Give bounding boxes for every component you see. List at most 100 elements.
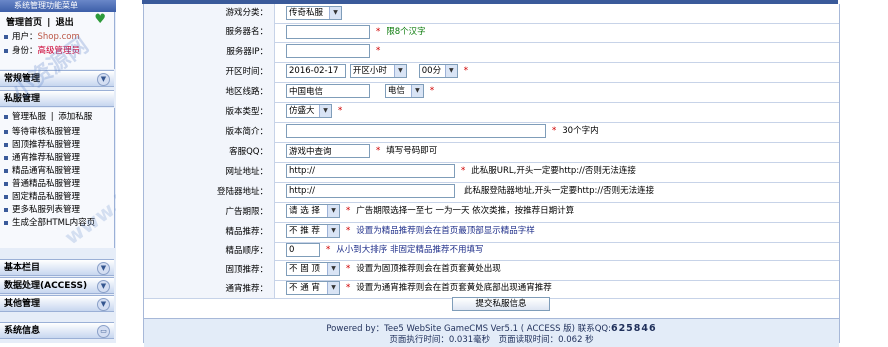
server-ip-input[interactable] bbox=[286, 44, 370, 58]
manage-sifu-link[interactable]: 管理私服 bbox=[12, 112, 46, 122]
required-star: * bbox=[345, 226, 351, 236]
form-row-open-time: 开区时间： 2016-02-17 开区小时 ▼ 00分 ▼ * bbox=[144, 62, 839, 83]
bullet-icon bbox=[4, 194, 8, 199]
sifu-panel: 管理私服 | 添加私服 等待审核私服管理 固顶推荐私服管理 通宵推荐私服管理 精… bbox=[0, 108, 115, 248]
form-row-server-ip: 服务器IP： * bbox=[144, 42, 839, 63]
bullet-icon bbox=[4, 34, 8, 39]
required-star: * bbox=[429, 86, 435, 96]
chevron-down-icon: ▼ bbox=[97, 73, 110, 86]
manage-home-link[interactable]: 管理首页 bbox=[6, 18, 42, 28]
role-value: 高级管理员 bbox=[37, 46, 81, 56]
section-regular[interactable]: 常规管理 ▼ bbox=[0, 70, 114, 87]
website-input[interactable] bbox=[286, 164, 455, 178]
heart-icon: ♥ bbox=[94, 12, 106, 27]
sidebar-item[interactable]: 固定精品私服管理 bbox=[4, 192, 80, 203]
chevron-down-icon: ▼ bbox=[97, 262, 110, 275]
required-star: * bbox=[463, 66, 469, 76]
region-input[interactable] bbox=[286, 84, 370, 98]
form-row-version-intro: 版本简介： * 30个字内 bbox=[144, 122, 839, 143]
qq-input[interactable] bbox=[286, 144, 370, 158]
bullet-icon bbox=[4, 48, 8, 53]
launcher-input[interactable] bbox=[286, 184, 455, 198]
hour-select[interactable]: 开区小时 ▼ bbox=[349, 64, 407, 78]
category-select[interactable]: 传奇私服 ▼ bbox=[286, 6, 342, 20]
chevron-down-icon: ▼ bbox=[444, 65, 457, 77]
ad-period-select[interactable]: 请 选 择 ▼ bbox=[286, 204, 340, 218]
bullet-icon bbox=[4, 155, 8, 160]
required-star: * bbox=[325, 245, 331, 255]
pin-top-select[interactable]: 不 固 顶 ▼ bbox=[286, 262, 340, 276]
sidebar-item[interactable]: 通宵推荐私服管理 bbox=[4, 153, 80, 164]
submit-button[interactable]: 提交私服信息 bbox=[452, 297, 550, 311]
chevron-down-icon: ▼ bbox=[329, 7, 341, 19]
sidebar: 系统管理功能菜单 管理首页 | 退出 ♥ 用户：Shop.com 身份：高级管理… bbox=[0, 0, 255, 343]
bullet-icon bbox=[4, 220, 8, 225]
server-name-input[interactable] bbox=[286, 25, 370, 39]
form-row-website: 网址地址： * 此私服URL,开头一定要http://否则无法连接 bbox=[144, 162, 839, 183]
bullet-icon bbox=[4, 142, 8, 147]
sidebar-item[interactable]: 等待审核私服管理 bbox=[4, 127, 80, 138]
version-type-select[interactable]: 仿盛大 ▼ bbox=[286, 104, 332, 118]
version-intro-input[interactable] bbox=[286, 124, 546, 138]
form-row-pin-top: 固顶推荐： 不 固 顶 ▼ * 设置为固顶推荐则会在首页套黄处出现 bbox=[144, 260, 839, 281]
chevron-down-icon: ▼ bbox=[327, 225, 339, 237]
chevron-down-icon: ▼ bbox=[97, 298, 110, 311]
sidebar-item[interactable]: 精品通宵私服管理 bbox=[4, 166, 80, 177]
chevron-down-icon: ▼ bbox=[393, 65, 406, 77]
bullet-icon bbox=[4, 168, 8, 173]
bullet-icon bbox=[4, 129, 8, 134]
main-content: 游戏分类： 传奇私服 ▼ 服务器名： * 限8个汉字 服务器IP： * 开区时间：… bbox=[116, 0, 888, 347]
section-system[interactable]: 系统信息 ▭ bbox=[0, 322, 114, 339]
section-sifu[interactable]: 私服管理 bbox=[0, 90, 114, 107]
form-row-category: 游戏分类： 传奇私服 ▼ bbox=[144, 4, 839, 24]
add-sifu-link[interactable]: 添加私服 bbox=[58, 112, 92, 122]
line-select[interactable]: 电信 ▼ bbox=[384, 84, 424, 98]
bullet-icon bbox=[4, 207, 8, 212]
chevron-down-icon: ▼ bbox=[97, 280, 110, 293]
bullet-icon bbox=[4, 181, 8, 186]
required-star: * bbox=[460, 166, 466, 176]
sidebar-item[interactable]: 固顶推荐私服管理 bbox=[4, 140, 80, 151]
bullet-icon bbox=[4, 114, 8, 119]
form-row-server-name: 服务器名： * 限8个汉字 bbox=[144, 23, 839, 43]
form-row-ad-period: 广告期限： 请 选 择 ▼ * 广告期限选择一至七 一为一天 依次类推，按推荐日期… bbox=[144, 202, 839, 223]
quality-select[interactable]: 不 推 荐 ▼ bbox=[286, 224, 340, 238]
form-row-launcher: 登陆器地址： 此私服登陆器地址,开头一定要http://否则无法连接 bbox=[144, 182, 839, 203]
contact-qq: 625846 bbox=[610, 323, 657, 334]
section-other[interactable]: 其他管理 ▼ bbox=[0, 295, 114, 312]
required-star: * bbox=[345, 206, 351, 216]
sidebar-item[interactable]: 生成全部HTML内容页 bbox=[4, 218, 95, 229]
required-star: * bbox=[375, 27, 381, 37]
exec-time: 页面执行时间：0.031毫秒 页面读取时间：0.062 秒 bbox=[389, 335, 594, 345]
form-row-version-type: 版本类型： 仿盛大 ▼ * bbox=[144, 102, 839, 123]
user-panel: 管理首页 | 退出 ♥ 用户：Shop.com 身份：高级管理员 bbox=[0, 12, 115, 69]
required-star: * bbox=[375, 146, 381, 156]
user-value: Shop.com bbox=[37, 32, 80, 42]
overnight-select[interactable]: 不 通 宵 ▼ bbox=[286, 281, 340, 295]
required-star: * bbox=[337, 106, 343, 116]
chevron-down-icon: ▼ bbox=[327, 205, 339, 217]
chevron-down-icon: ▼ bbox=[327, 282, 339, 294]
sidebar-item[interactable]: 普通精品私服管理 bbox=[4, 179, 80, 190]
sidebar-item[interactable]: 更多私服列表管理 bbox=[4, 205, 80, 216]
form-row-quality-order: 精品顺序： * 从小到大排序 非固定精品推荐不用填写 bbox=[144, 242, 839, 261]
logout-link[interactable]: 退出 bbox=[56, 18, 74, 28]
section-data[interactable]: 数据处理(ACCESS) ▼ bbox=[0, 277, 114, 294]
chevron-down-icon: ▼ bbox=[319, 105, 331, 117]
required-star: * bbox=[551, 126, 557, 136]
sidebar-header: 系统管理功能菜单 bbox=[0, 0, 116, 12]
form-row-region: 地区线路： 电信▼ * bbox=[144, 82, 839, 103]
required-star: * bbox=[345, 264, 351, 274]
monitor-icon: ▭ bbox=[97, 325, 110, 338]
required-star: * bbox=[375, 46, 381, 56]
section-basic[interactable]: 基本栏目 ▼ bbox=[0, 259, 114, 276]
chevron-down-icon: ▼ bbox=[410, 85, 423, 97]
submit-row: 提交私服信息 bbox=[144, 294, 839, 313]
minute-select[interactable]: 00分 ▼ bbox=[418, 64, 458, 78]
chevron-down-icon: ▼ bbox=[327, 263, 339, 275]
required-star: * bbox=[345, 283, 351, 293]
server-form: 游戏分类： 传奇私服 ▼ 服务器名： * 限8个汉字 服务器IP： * 开区时间：… bbox=[143, 4, 840, 347]
quality-order-input[interactable] bbox=[286, 243, 320, 257]
open-date-field[interactable]: 2016-02-17 bbox=[286, 64, 346, 78]
form-row-qq: 客服QQ： * 填写号码即可 bbox=[144, 142, 839, 163]
